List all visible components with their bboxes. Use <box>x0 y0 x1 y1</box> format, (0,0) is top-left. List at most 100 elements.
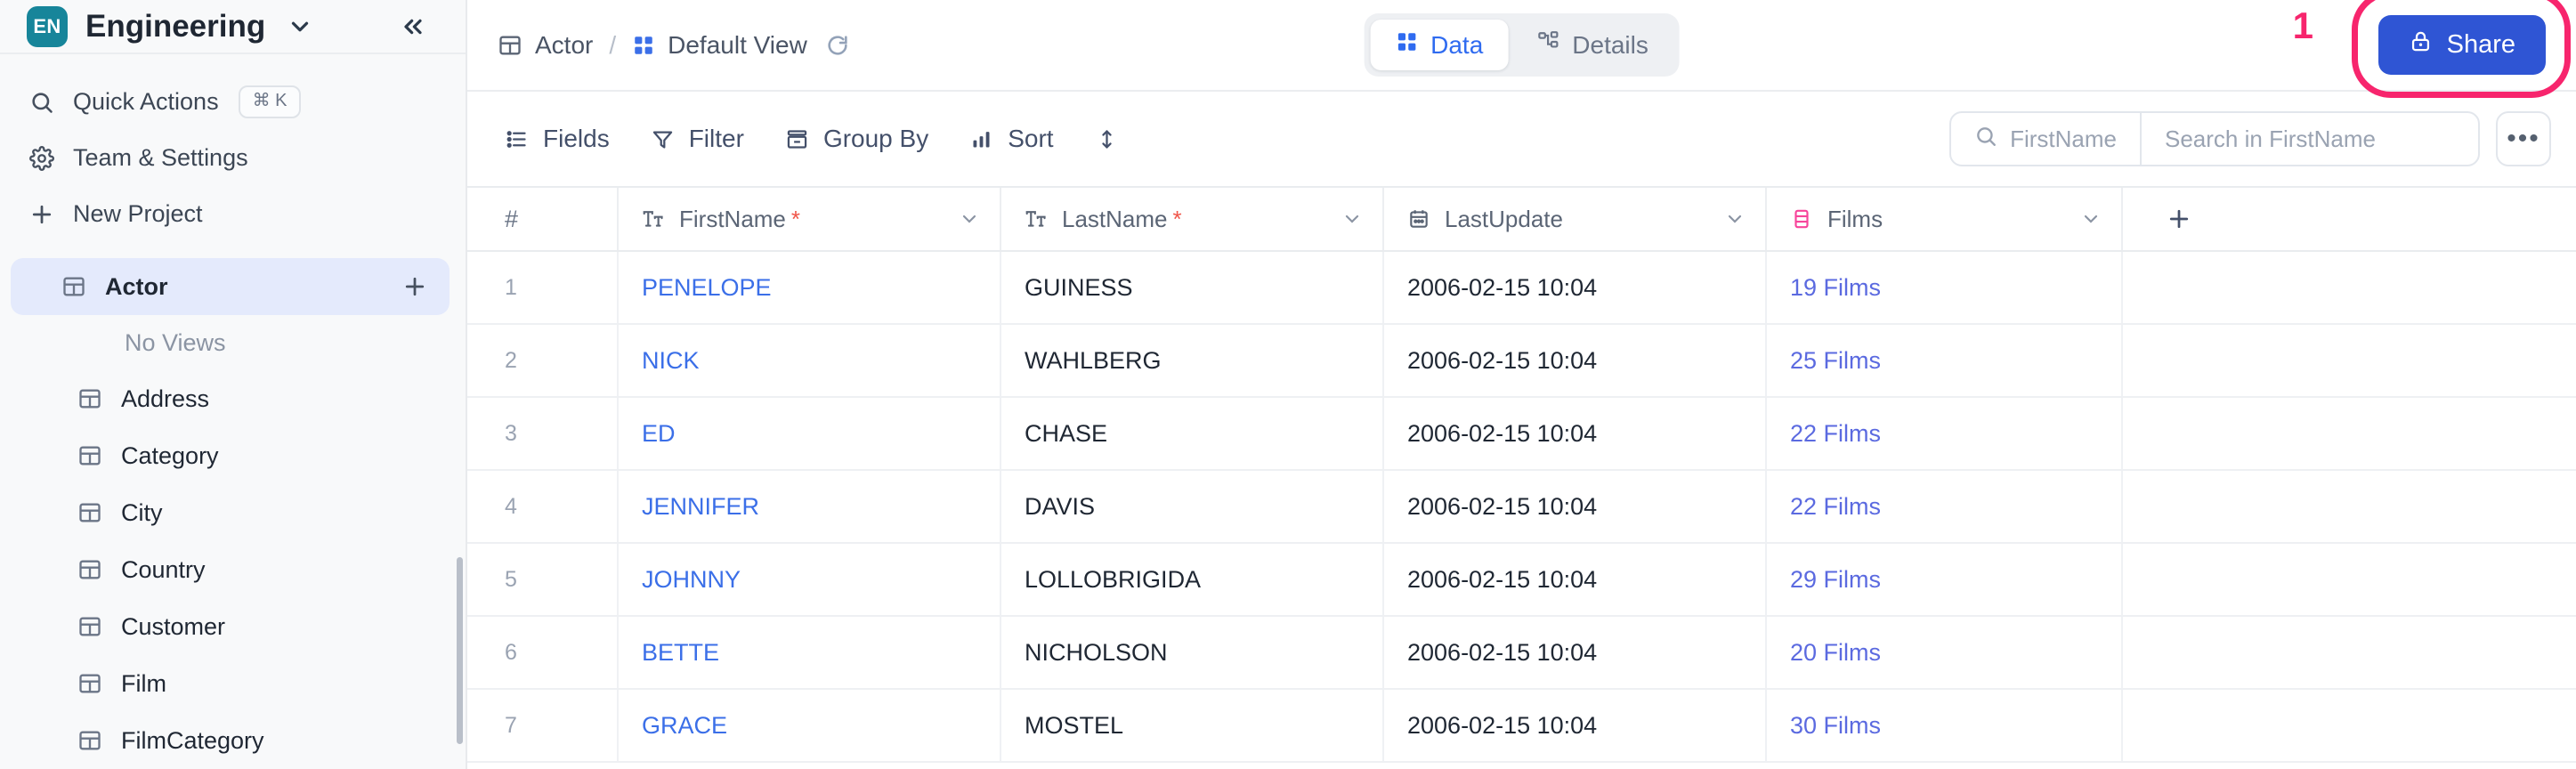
row-filler <box>2235 690 2576 761</box>
tab-details[interactable]: Details <box>1511 20 1673 70</box>
column-header-lastname[interactable]: LastName * <box>1001 188 1384 250</box>
chevron-down-icon[interactable] <box>287 13 313 40</box>
cell-lastname[interactable]: DAVIS <box>1001 471 1384 542</box>
row-filler <box>2235 398 2576 469</box>
column-header-index: # <box>467 188 619 250</box>
sidebar-scrollbar[interactable] <box>457 557 463 744</box>
sidebar-item-label: Country <box>121 555 206 583</box>
text-icon <box>1025 207 1048 231</box>
cell-lastupdate[interactable]: 2006-02-15 10:04 <box>1384 544 1767 615</box>
sidebar-item-label: Category <box>121 441 219 469</box>
cell-films[interactable]: 29 Films <box>1767 544 2123 615</box>
table-tree: Actor No Views Address Category City Cou… <box>0 258 466 769</box>
cell-lastupdate[interactable]: 2006-02-15 10:04 <box>1384 471 1767 542</box>
breadcrumb-view[interactable]: Default View <box>668 31 807 60</box>
text-icon <box>642 207 665 231</box>
grid-view-icon <box>632 34 655 57</box>
sort-button[interactable]: Sort <box>969 125 1054 153</box>
sidebar-item-address[interactable]: Address <box>0 370 466 427</box>
top-bar: Actor / Default View Data Details 1 Shar… <box>467 0 2576 98</box>
sidebar-item-film[interactable]: Film <box>0 655 466 712</box>
search-field-selector[interactable]: FirstName <box>1951 113 2142 165</box>
row-index: 5 <box>467 544 619 615</box>
sidebar-item-customer[interactable]: Customer <box>0 598 466 655</box>
table-row[interactable]: 7 GRACE MOSTEL 2006-02-15 10:04 30 Films <box>467 690 2576 763</box>
row-index: 2 <box>467 325 619 396</box>
cell-lastupdate[interactable]: 2006-02-15 10:04 <box>1384 252 1767 323</box>
share-area: 1 Share <box>2293 0 2571 98</box>
sidebar-no-views-label: No Views <box>125 328 226 356</box>
sidebar-item-category[interactable]: Category <box>0 427 466 484</box>
cell-lastupdate[interactable]: 2006-02-15 10:04 <box>1384 617 1767 688</box>
collapse-left-icon[interactable] <box>393 6 433 47</box>
breadcrumb: Actor / Default View <box>498 31 850 60</box>
chevron-down-icon[interactable] <box>1724 208 1746 230</box>
cell-films[interactable]: 30 Films <box>1767 690 2123 761</box>
chevron-down-icon[interactable] <box>959 208 980 230</box>
filter-button[interactable]: Filter <box>651 125 744 153</box>
workspace-header[interactable]: EN Engineering <box>0 0 466 54</box>
header-filler <box>2235 188 2576 250</box>
view-mode-tabs: Data Details <box>1364 13 1680 77</box>
more-options-button[interactable]: ••• <box>2496 111 2551 166</box>
cell-firstname[interactable]: GRACE <box>619 690 1001 761</box>
cell-lastname[interactable]: GUINESS <box>1001 252 1384 323</box>
cell-lastname[interactable]: WAHLBERG <box>1001 325 1384 396</box>
cell-lastupdate[interactable]: 2006-02-15 10:04 <box>1384 325 1767 396</box>
cell-lastupdate[interactable]: 2006-02-15 10:04 <box>1384 398 1767 469</box>
row-height-icon[interactable] <box>1095 127 1119 151</box>
cell-films[interactable]: 22 Films <box>1767 471 2123 542</box>
column-header-lastupdate[interactable]: LastUpdate <box>1384 188 1767 250</box>
column-header-firstname[interactable]: FirstName * <box>619 188 1001 250</box>
sidebar-item-actor[interactable]: Actor <box>11 258 450 315</box>
sidebar-item-city[interactable]: City <box>0 484 466 541</box>
add-column-button[interactable] <box>2123 188 2235 250</box>
table-icon <box>75 386 105 411</box>
row-add-column-cell <box>2123 690 2235 761</box>
fields-button[interactable]: Fields <box>505 125 610 153</box>
group-by-button[interactable]: Group By <box>785 125 928 153</box>
search-field-label: FirstName <box>2010 125 2117 152</box>
cell-firstname[interactable]: JOHNNY <box>619 544 1001 615</box>
cell-films[interactable]: 25 Films <box>1767 325 2123 396</box>
cell-lastname[interactable]: LOLLOBRIGIDA <box>1001 544 1384 615</box>
table-icon <box>75 614 105 639</box>
add-table-icon[interactable] <box>401 273 428 300</box>
table-icon <box>75 443 105 468</box>
tab-data[interactable]: Data <box>1370 20 1509 70</box>
cell-films[interactable]: 20 Films <box>1767 617 2123 688</box>
cell-lastname[interactable]: MOSTEL <box>1001 690 1384 761</box>
chevron-down-icon[interactable] <box>1341 208 1363 230</box>
cell-firstname[interactable]: JENNIFER <box>619 471 1001 542</box>
column-header-films[interactable]: Films <box>1767 188 2123 250</box>
table-row[interactable]: 6 BETTE NICHOLSON 2006-02-15 10:04 20 Films <box>467 617 2576 690</box>
refresh-icon[interactable] <box>825 33 850 58</box>
sidebar-item-team-settings[interactable]: Team & Settings <box>0 130 466 186</box>
row-add-column-cell <box>2123 325 2235 396</box>
tab-label: Data <box>1430 30 1484 59</box>
cell-lastupdate[interactable]: 2006-02-15 10:04 <box>1384 690 1767 761</box>
table-row[interactable]: 3 ED CHASE 2006-02-15 10:04 22 Films <box>467 398 2576 471</box>
sidebar-item-country[interactable]: Country <box>0 541 466 598</box>
share-button[interactable]: Share <box>2378 15 2546 75</box>
cell-firstname[interactable]: PENELOPE <box>619 252 1001 323</box>
sidebar-item-new-project[interactable]: New Project <box>0 186 466 242</box>
cell-firstname[interactable]: BETTE <box>619 617 1001 688</box>
group-icon <box>785 127 809 151</box>
search-input[interactable]: Search in FirstName <box>2142 113 2478 165</box>
sidebar-item-quick-actions[interactable]: Quick Actions ⌘ K <box>0 74 466 130</box>
table-row[interactable]: 2 NICK WAHLBERG 2006-02-15 10:04 25 Films <box>467 325 2576 398</box>
cell-lastname[interactable]: CHASE <box>1001 398 1384 469</box>
breadcrumb-table[interactable]: Actor <box>535 31 593 60</box>
cell-firstname[interactable]: ED <box>619 398 1001 469</box>
cell-firstname[interactable]: NICK <box>619 325 1001 396</box>
cell-films[interactable]: 19 Films <box>1767 252 2123 323</box>
cell-lastname[interactable]: NICHOLSON <box>1001 617 1384 688</box>
table-row[interactable]: 1 PENELOPE GUINESS 2006-02-15 10:04 19 Films <box>467 252 2576 325</box>
sidebar-item-filmcategory[interactable]: FilmCategory <box>0 712 466 769</box>
chevron-down-icon[interactable] <box>2080 208 2102 230</box>
share-button-label: Share <box>2446 30 2515 59</box>
table-row[interactable]: 4 JENNIFER DAVIS 2006-02-15 10:04 22 Films <box>467 471 2576 544</box>
table-row[interactable]: 5 JOHNNY LOLLOBRIGIDA 2006-02-15 10:04 29 Fi… <box>467 544 2576 617</box>
cell-films[interactable]: 22 Films <box>1767 398 2123 469</box>
